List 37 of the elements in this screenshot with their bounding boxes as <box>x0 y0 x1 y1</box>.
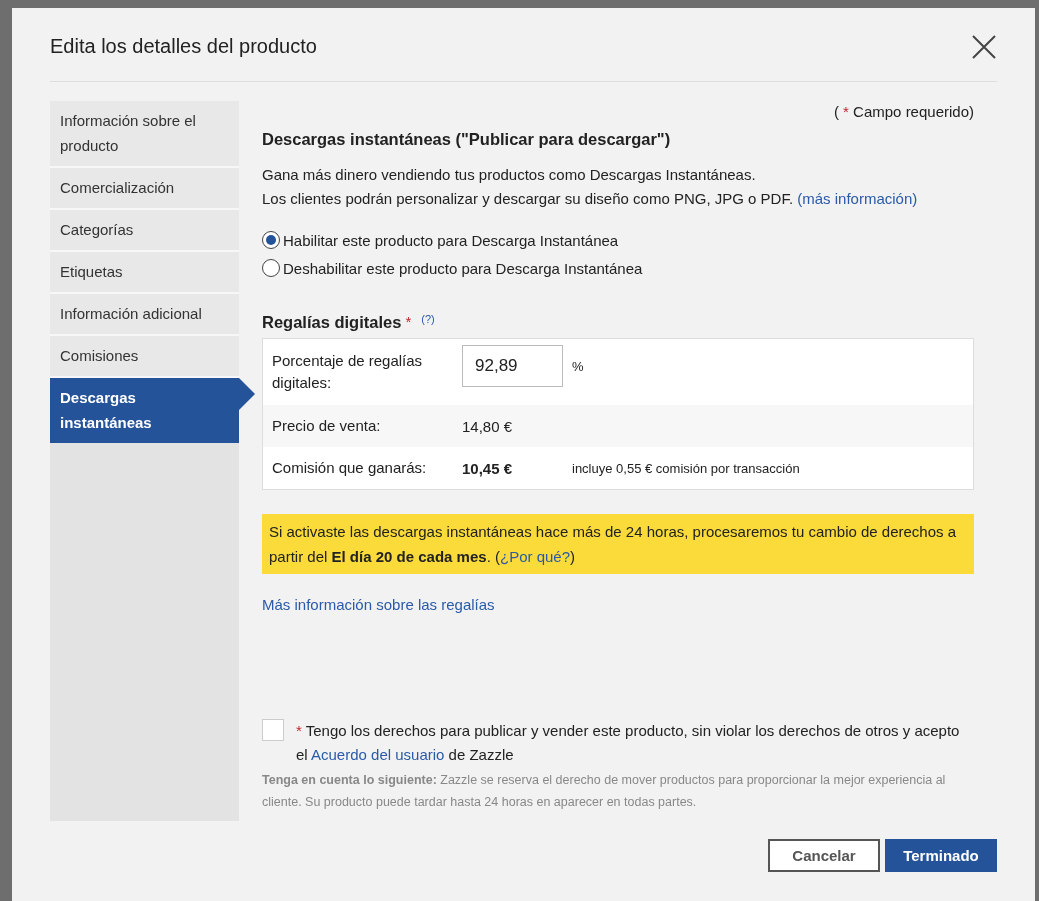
row-label: Comisión que ganarás: <box>272 458 428 478</box>
required-asterisk: * <box>405 313 412 330</box>
royalties-title: Regalías digitales <box>262 313 402 332</box>
close-icon[interactable] <box>971 33 997 60</box>
sidebar-item[interactable]: Comercialización <box>50 168 239 210</box>
dialog-title: Edita los detalles del producto <box>50 35 317 58</box>
cancel-button[interactable]: Cancelar <box>768 839 880 872</box>
sidebar-item[interactable]: Comisiones <box>50 336 239 378</box>
help-link[interactable]: (?) <box>421 313 435 325</box>
why-link[interactable]: ¿Por qué? <box>499 548 570 565</box>
checkbox[interactable] <box>262 719 284 741</box>
radio-label: Habilitar este producto para Descarga Instantánea <box>283 231 619 249</box>
price-value: 14,80 € <box>462 417 514 435</box>
radio-button[interactable] <box>262 259 280 277</box>
row-label: Precio de venta: <box>272 416 382 436</box>
royalties-info-link[interactable]: Más información sobre las regalías <box>262 596 495 613</box>
percent-unit: % <box>572 358 584 374</box>
more-info-link[interactable]: (más información) <box>797 190 918 207</box>
notice-banner: Si activaste las descargas instantáneas hace más de 24 horas, procesaremos tu cambio de derechos a partir del El día 20 de cada mes. (¿Por qué?) <box>262 514 974 574</box>
description-text: Gana más dinero vendiendo tus productos como Descargas Instantáneas. <box>262 165 757 185</box>
description-text: Los clientes podrán personalizar y descargar su diseño como PNG, JPG o PDF. (más información) <box>262 189 919 209</box>
agreement-text: * Tengo los derechos para publicar y vender este producto, sin violar los derechos de otros y acepto el Acuerdo del usuario de Zazzle <box>296 721 961 765</box>
required-note: ( * Campo requerido) <box>833 103 974 120</box>
sidebar-item[interactable]: Información adicional <box>50 294 239 336</box>
earnings-value: 10,45 € <box>462 459 514 477</box>
percentage-field[interactable]: 92,89 <box>462 345 563 387</box>
user-agreement-link[interactable]: Acuerdo del usuario <box>311 746 445 763</box>
sidebar-item[interactable]: Información sobre el producto <box>50 101 239 168</box>
radio-label: Deshabilitar este producto para Descarga Instantánea <box>283 259 643 277</box>
fee-note: incluye 0,55 € comisión por transacción <box>572 460 800 476</box>
note-text: Tenga en cuenta lo siguiente: Zazzle se reserva el derecho de mover productos para proporcionar la mejor experiencia al cliente. Su producto puede tardar hasta 24 horas en aparecer en todas partes. <box>262 772 947 811</box>
section-title: Descargas instantáneas ("Publicar para descargar") <box>262 130 672 149</box>
sidebar-item[interactable]: Categorías <box>50 210 239 252</box>
done-button[interactable]: Terminado <box>885 839 997 872</box>
sidebar-item[interactable]: Etiquetas <box>50 252 239 294</box>
row-label: Porcentaje de regalías digitales: <box>272 351 424 393</box>
radio-button[interactable] <box>262 231 280 249</box>
